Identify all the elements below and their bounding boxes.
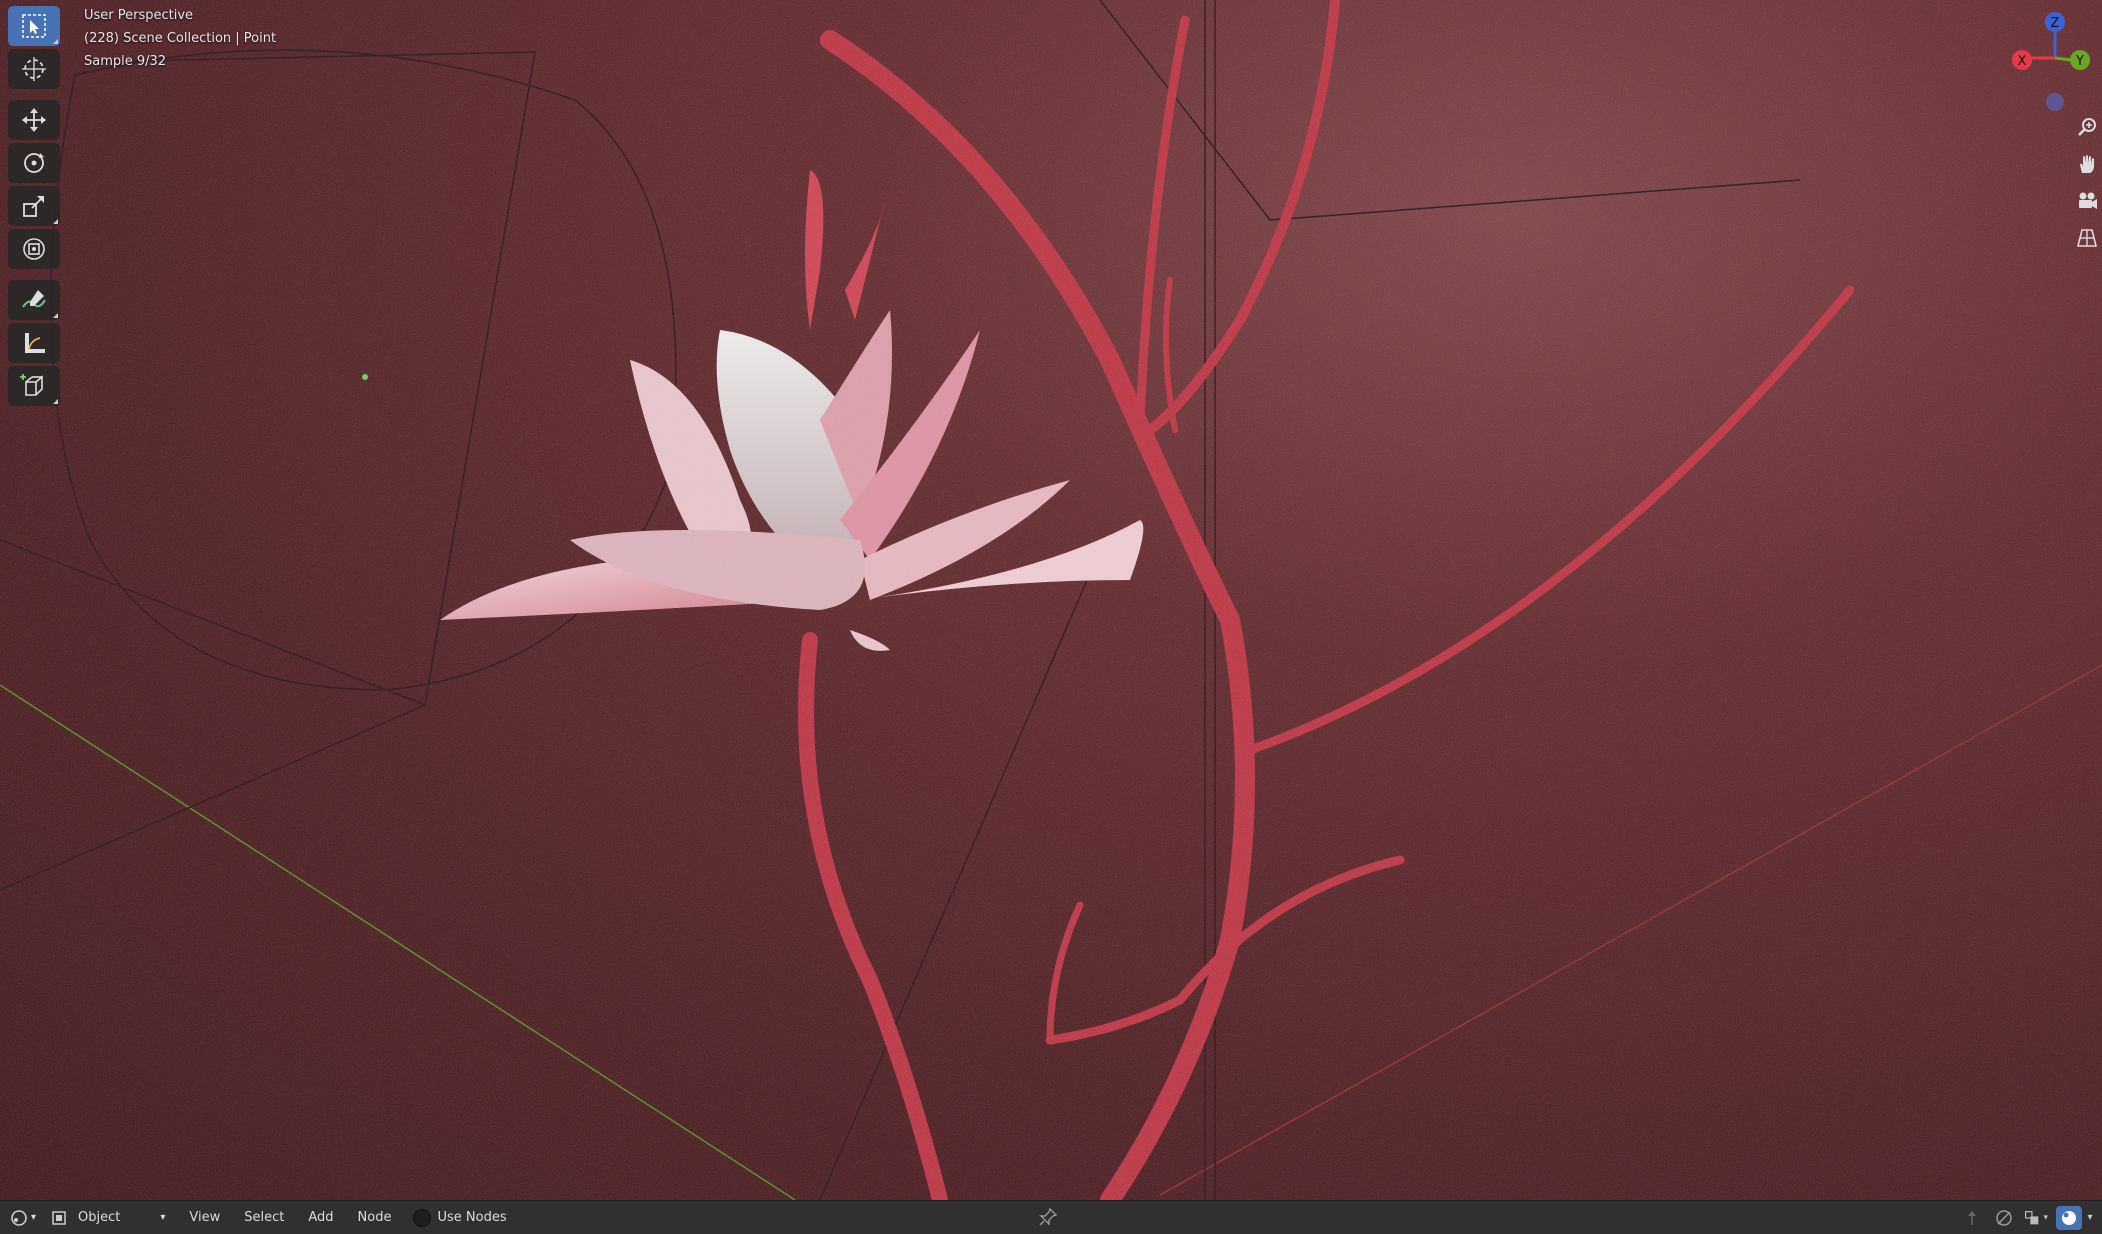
mode-label: Object [78, 1210, 121, 1225]
axis-gizmo-graphic: Z X Y [2012, 12, 2090, 111]
scale-icon [23, 196, 44, 217]
viewport-shading-rendered-button[interactable] [2056, 1205, 2082, 1230]
add-cube-icon [20, 374, 43, 396]
menu-add[interactable]: Add [308, 1210, 333, 1225]
use-nodes-label: Use Nodes [437, 1210, 507, 1225]
chevron-down-icon: ▾ [2087, 1212, 2093, 1223]
transform-icon [23, 238, 45, 260]
menu-view[interactable]: View [189, 1210, 220, 1225]
camera-icon [2079, 192, 2097, 209]
pin-button[interactable] [1038, 1207, 1058, 1231]
rotate-tool[interactable] [8, 143, 60, 183]
scale-tool[interactable] [8, 186, 60, 226]
move-icon [22, 108, 46, 132]
pin-icon [1039, 1207, 1058, 1226]
view-name: User Perspective [84, 8, 194, 23]
use-nodes-toggle[interactable]: Use Nodes [413, 1208, 507, 1227]
menu-select[interactable]: Select [244, 1210, 284, 1225]
arrow-up-icon [1968, 1210, 1976, 1225]
rendered-shading-icon [2062, 1210, 2076, 1225]
perspective-toggle-button[interactable] [2072, 221, 2102, 255]
gizmo-icon [1996, 1209, 2012, 1226]
chevron-down-icon: ▾ [2043, 1212, 2048, 1223]
gizmo-x-label: X [2018, 54, 2027, 69]
render-scene [0, 0, 2102, 1200]
shading-options-button[interactable]: ▾ [2084, 1206, 2096, 1230]
select-box-icon [22, 14, 46, 38]
rotate-icon [24, 153, 44, 173]
gizmo-toggle-button[interactable] [1992, 1206, 2016, 1230]
menu-node[interactable]: Node [358, 1210, 392, 1225]
cursor-icon [22, 57, 46, 81]
viewport-header: ▾ Object ▾ View Select Add Node Use Node… [0, 1200, 2102, 1234]
header-right-controls: ▾ ▾ [1952, 1201, 2096, 1234]
annotate-icon [22, 290, 46, 308]
3d-viewport[interactable]: User Perspective (228) Scene Collection … [0, 0, 2102, 1200]
gizmo-z-label: Z [2051, 16, 2060, 31]
viewport-nav-buttons [2072, 110, 2102, 258]
add-cube-tool[interactable] [8, 366, 60, 406]
sample-info: Sample 9/32 [84, 54, 167, 69]
zoom-icon [2078, 118, 2096, 136]
tool-shelf [8, 6, 62, 409]
use-nodes-checkbox[interactable] [413, 1208, 432, 1227]
render-noise [0, 0, 2102, 1200]
annotate-tool[interactable] [8, 280, 60, 320]
editor-type-selector[interactable]: ▾ [10, 1209, 36, 1227]
mode-selector[interactable]: Object ▾ [50, 1209, 165, 1227]
measure-icon [25, 333, 45, 353]
camera-view-button[interactable] [2072, 184, 2102, 218]
transform-tool[interactable] [8, 229, 60, 269]
transform-orientation-button[interactable] [1960, 1206, 1984, 1230]
zoom-button[interactable] [2072, 110, 2102, 144]
measure-tool[interactable] [8, 323, 60, 363]
object-mode-icon [52, 1210, 66, 1225]
select-box-tool[interactable] [8, 6, 60, 46]
hand-icon [2080, 155, 2094, 173]
overlays-button[interactable]: ▾ [2024, 1206, 2048, 1230]
pan-button[interactable] [2072, 147, 2102, 181]
editor-type-icon [11, 1209, 27, 1226]
navigation-gizmo[interactable]: Z X Y [2010, 6, 2100, 116]
chevron-down-icon: ▾ [160, 1212, 166, 1223]
overlays-icon [2024, 1210, 2039, 1224]
cursor-tool[interactable] [8, 49, 60, 89]
move-tool[interactable] [8, 100, 60, 140]
gizmo-y-label: Y [2075, 54, 2084, 69]
chevron-down-icon: ▾ [31, 1212, 37, 1223]
collection-info: (228) Scene Collection | Point [84, 31, 277, 46]
grid-perspective-icon [2076, 229, 2098, 247]
